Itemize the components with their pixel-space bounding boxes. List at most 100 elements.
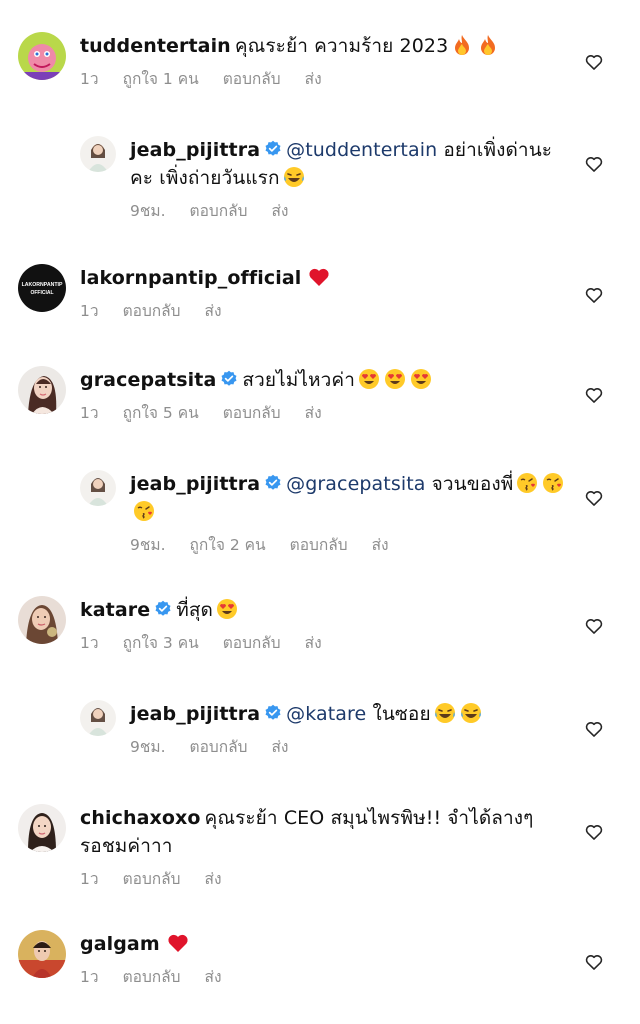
verified-badge-icon xyxy=(264,138,282,156)
like-heart-icon[interactable] xyxy=(584,952,604,972)
like-heart-icon[interactable] xyxy=(584,154,604,174)
avatar[interactable] xyxy=(80,136,116,172)
username[interactable]: lakornpantip_official xyxy=(80,267,301,289)
comment-meta: 9ชม. ถูกใจ 2 คน ตอบกลับ ส่ง xyxy=(130,534,570,556)
username[interactable]: jeab_pijittra xyxy=(130,473,260,495)
comment-text: lakornpantip_official xyxy=(80,264,560,292)
reply-item: jeab_pijittra @gracepatsita จวนของพี่ 9ชม.… xyxy=(0,470,640,570)
reply-button[interactable]: ตอบกลับ xyxy=(190,736,248,758)
comment-meta: 1ว ตอบกลับ ส่ง xyxy=(80,300,560,322)
comment-text: galgam xyxy=(80,930,560,958)
like-heart-icon[interactable] xyxy=(584,285,604,305)
send-button[interactable]: ส่ง xyxy=(205,300,222,322)
red-heart-emoji xyxy=(166,931,190,955)
like-heart-icon[interactable] xyxy=(584,52,604,72)
mention-link[interactable]: @tuddentertain xyxy=(286,139,437,161)
username[interactable]: galgam xyxy=(80,933,160,955)
like-heart-icon[interactable] xyxy=(584,488,604,508)
avatar[interactable] xyxy=(18,366,66,414)
comment-text: jeab_pijittra @katare ในซอย xyxy=(130,700,570,728)
heart-eyes-emoji xyxy=(215,597,239,621)
reply-button[interactable]: ตอบกลับ xyxy=(290,534,348,556)
avatar[interactable] xyxy=(18,32,66,80)
mention-link[interactable]: @katare xyxy=(286,703,366,725)
laughing-tears-emoji xyxy=(459,701,483,725)
username[interactable]: jeab_pijittra xyxy=(130,703,260,725)
heart-eyes-emoji xyxy=(357,367,381,391)
comment-message: คุณระย้า ความร้าย 2023 xyxy=(234,35,449,57)
timestamp: 1ว xyxy=(80,634,99,652)
timestamp: 1ว xyxy=(80,70,99,88)
username[interactable]: jeab_pijittra xyxy=(130,139,260,161)
comment-meta: 9ชม. ตอบกลับ ส่ง xyxy=(130,200,570,222)
comment-message: สวยไม่ไหวค่า xyxy=(242,369,355,391)
avatar[interactable]: LAKORNPANTIP OFFICIAL xyxy=(18,264,66,312)
send-button[interactable]: ส่ง xyxy=(372,534,389,556)
like-count-link[interactable]: ถูกใจ 1 คน xyxy=(123,68,199,90)
reply-button[interactable]: ตอบกลับ xyxy=(223,402,281,424)
send-button[interactable]: ส่ง xyxy=(305,632,322,654)
username[interactable]: tuddentertain xyxy=(80,35,231,57)
send-button[interactable]: ส่ง xyxy=(271,200,288,222)
send-button[interactable]: ส่ง xyxy=(305,68,322,90)
reply-button[interactable]: ตอบกลับ xyxy=(123,868,181,890)
heart-eyes-emoji xyxy=(409,367,433,391)
avatar[interactable] xyxy=(18,596,66,644)
comment-text: chichaxoxo คุณระย้า CEO สมุนไพรพิษ!! จำได… xyxy=(80,804,560,860)
blowing-kiss-emoji xyxy=(132,499,156,523)
svg-text:OFFICIAL: OFFICIAL xyxy=(30,290,53,296)
verified-badge-icon xyxy=(264,702,282,720)
timestamp: 9ชม. xyxy=(130,536,166,554)
svg-text:LAKORNPANTIP: LAKORNPANTIP xyxy=(22,282,63,288)
reply-button[interactable]: ตอบกลับ xyxy=(190,200,248,222)
comment-body: chichaxoxo คุณระย้า CEO สมุนไพรพิษ!! จำได… xyxy=(80,804,560,890)
comment-item: katare ที่สุด 1ว ถูกใจ 3 คน ตอบกลับ ส่ง xyxy=(0,596,640,696)
comment-text: jeab_pijittra @tuddentertain อย่าเพิ่งด่า… xyxy=(130,136,570,192)
reply-button[interactable]: ตอบกลับ xyxy=(223,68,281,90)
avatar[interactable] xyxy=(80,470,116,506)
username[interactable]: chichaxoxo xyxy=(80,807,201,829)
like-count-link[interactable]: ถูกใจ 2 คน xyxy=(190,534,266,556)
comment-body: galgam 1ว ตอบกลับ ส่ง xyxy=(80,930,560,988)
heart-eyes-emoji xyxy=(383,367,407,391)
mention-link[interactable]: @gracepatsita xyxy=(286,473,425,495)
reply-item: jeab_pijittra @tuddentertain อย่าเพิ่งด่า… xyxy=(0,136,640,236)
timestamp: 9ชม. xyxy=(130,738,166,756)
like-heart-icon[interactable] xyxy=(584,822,604,842)
laughing-tears-emoji xyxy=(282,165,306,189)
comment-item: tuddentertain คุณระย้า ความร้าย 2023 1ว ถูก… xyxy=(0,32,640,132)
blowing-kiss-emoji xyxy=(541,471,565,495)
timestamp: 9ชม. xyxy=(130,202,166,220)
timestamp: 1ว xyxy=(80,302,99,320)
reply-item: jeab_pijittra @katare ในซอย 9ชม. ตอบกลับ ส่ง xyxy=(0,700,640,800)
like-count-link[interactable]: ถูกใจ 5 คน xyxy=(123,402,199,424)
reply-button[interactable]: ตอบกลับ xyxy=(123,300,181,322)
avatar[interactable] xyxy=(80,700,116,736)
send-button[interactable]: ส่ง xyxy=(205,966,222,988)
comment-item: galgam 1ว ตอบกลับ ส่ง xyxy=(0,930,640,1024)
comment-item: gracepatsita สวยไม่ไหวค่า 1ว ถูกใจ 5 คน ตอบก… xyxy=(0,366,640,466)
like-heart-icon[interactable] xyxy=(584,385,604,405)
comment-message: ในซอย xyxy=(372,703,431,725)
comment-body: lakornpantip_official 1ว ตอบกลับ ส่ง xyxy=(80,264,560,322)
reply-button[interactable]: ตอบกลับ xyxy=(123,966,181,988)
like-heart-icon[interactable] xyxy=(584,719,604,739)
comment-meta: 1ว ตอบกลับ ส่ง xyxy=(80,966,560,988)
verified-badge-icon xyxy=(154,598,172,616)
comment-meta: 1ว ถูกใจ 3 คน ตอบกลับ ส่ง xyxy=(80,632,560,654)
send-button[interactable]: ส่ง xyxy=(205,868,222,890)
username[interactable]: gracepatsita xyxy=(80,369,216,391)
like-heart-icon[interactable] xyxy=(584,616,604,636)
send-button[interactable]: ส่ง xyxy=(305,402,322,424)
avatar[interactable] xyxy=(18,804,66,852)
comment-feed: tuddentertain คุณระย้า ความร้าย 2023 1ว ถูก… xyxy=(0,0,640,1024)
send-button[interactable]: ส่ง xyxy=(271,736,288,758)
reply-button[interactable]: ตอบกลับ xyxy=(223,632,281,654)
timestamp: 1ว xyxy=(80,404,99,422)
comment-body: gracepatsita สวยไม่ไหวค่า 1ว ถูกใจ 5 คน ตอบก… xyxy=(80,366,560,424)
username[interactable]: katare xyxy=(80,599,150,621)
avatar[interactable] xyxy=(18,930,66,978)
comment-text: gracepatsita สวยไม่ไหวค่า xyxy=(80,366,560,394)
timestamp: 1ว xyxy=(80,968,99,986)
like-count-link[interactable]: ถูกใจ 3 คน xyxy=(123,632,199,654)
